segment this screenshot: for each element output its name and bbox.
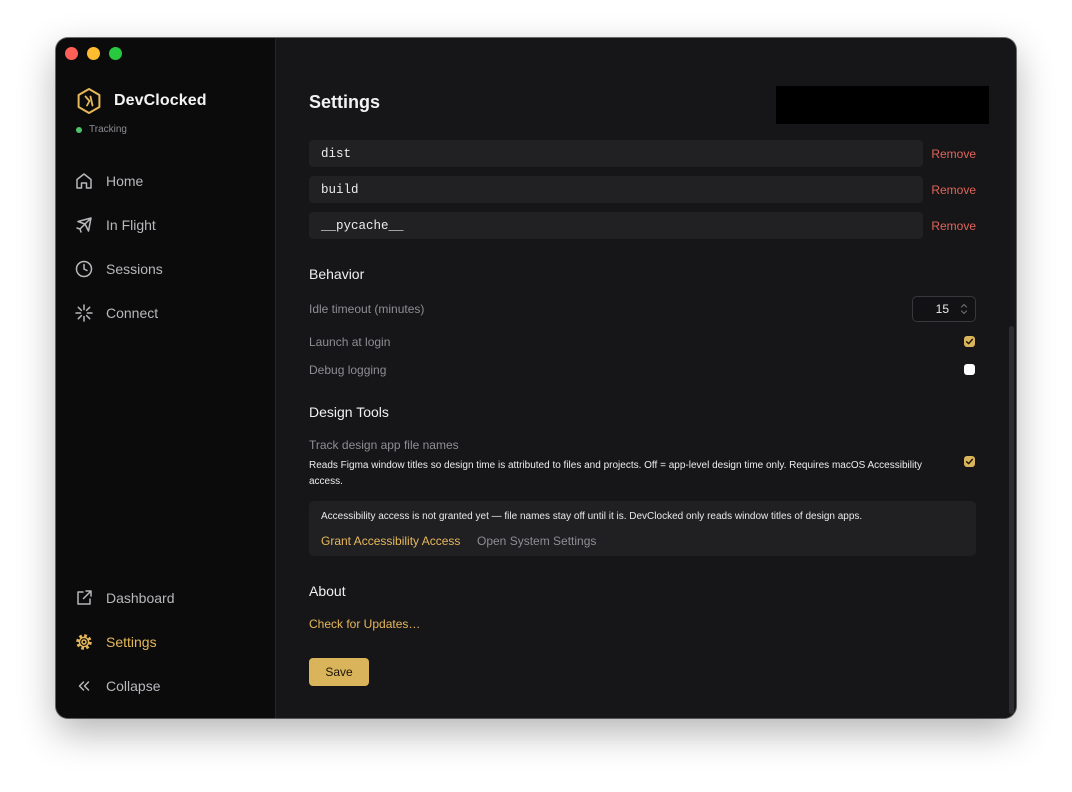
idle-timeout-label: Idle timeout (minutes): [309, 302, 425, 316]
sidebar-item-label: Connect: [106, 305, 159, 321]
exclusion-row: __pycache__ Remove: [309, 212, 976, 239]
zoom-window-button[interactable]: [109, 47, 122, 60]
design-tools-section-title: Design Tools: [309, 404, 389, 420]
checkmark-icon: [965, 458, 974, 465]
sidebar-item-label: Collapse: [106, 678, 161, 694]
sidebar-item-settings[interactable]: Settings: [74, 626, 262, 658]
page-title: Settings: [309, 92, 381, 112]
sidebar-item-label: Sessions: [106, 261, 163, 277]
sidebar-item-label: Home: [106, 173, 144, 189]
sidebar-item-dashboard[interactable]: Dashboard: [74, 582, 262, 614]
gear-icon: [74, 632, 94, 652]
open-system-settings-link[interactable]: Open System Settings: [477, 534, 596, 548]
clock-icon: [74, 259, 94, 279]
sidebar-item-label: Dashboard: [106, 590, 175, 606]
sidebar-item-sessions[interactable]: Sessions: [74, 253, 262, 285]
debug-logging-label: Debug logging: [309, 363, 387, 377]
close-window-button[interactable]: [65, 47, 78, 60]
minimize-window-button[interactable]: [87, 47, 100, 60]
behavior-section-title: Behavior: [309, 266, 365, 282]
about-section-title: About: [309, 583, 346, 599]
sidebar-item-label: Settings: [106, 634, 157, 650]
app-logo-icon: [77, 88, 101, 114]
exclusion-row: dist Remove: [309, 140, 976, 167]
check-updates-link[interactable]: Check for Updates…: [309, 617, 420, 631]
exclusion-value: dist: [309, 140, 923, 167]
remove-exclusion-button[interactable]: Remove: [931, 176, 976, 203]
brand: DevClocked: [75, 87, 207, 115]
sidebar-item-home[interactable]: Home: [74, 165, 262, 197]
app-window: DevClocked Tracking Home In Flight Sessi…: [56, 38, 1016, 718]
home-icon: [74, 171, 94, 191]
track-design-files-description: Reads Figma window titles so design time…: [309, 460, 922, 487]
stepper-arrows-icon[interactable]: [960, 302, 968, 316]
redacted-area: [776, 86, 989, 124]
launch-at-login-label: Launch at login: [309, 335, 391, 349]
debug-logging-checkbox[interactable]: [964, 364, 975, 375]
track-design-files-label: Track design app file names: [309, 438, 459, 452]
save-button[interactable]: Save: [309, 658, 369, 686]
airplane-icon: [74, 215, 94, 235]
exclusion-row: build Remove: [309, 176, 976, 203]
sidebar: DevClocked Tracking Home In Flight Sessi…: [56, 38, 276, 718]
sidebar-item-in-flight[interactable]: In Flight: [74, 209, 262, 241]
exclusion-value: build: [309, 176, 923, 203]
sidebar-item-collapse[interactable]: Collapse: [74, 670, 262, 702]
track-design-files-checkbox[interactable]: [964, 456, 975, 467]
accessibility-notice: Accessibility access is not granted yet …: [309, 501, 976, 556]
idle-timeout-stepper[interactable]: 15: [912, 296, 976, 322]
window-controls: [65, 47, 122, 60]
grant-accessibility-link[interactable]: Grant Accessibility Access: [321, 534, 460, 548]
launch-at-login-checkbox[interactable]: [964, 336, 975, 347]
remove-exclusion-button[interactable]: Remove: [931, 140, 976, 167]
accessibility-notice-text: Accessibility access is not granted yet …: [321, 511, 863, 522]
scrollbar-thumb[interactable]: [1009, 326, 1014, 714]
double-chevron-left-icon: [74, 676, 94, 696]
sidebar-item-label: In Flight: [106, 217, 156, 233]
checkmark-icon: [965, 338, 974, 345]
sparkle-icon: [74, 303, 94, 323]
settings-panel: Settings dist Remove build Remove __pyca…: [277, 38, 1016, 718]
tracking-status: Tracking: [76, 124, 127, 135]
idle-timeout-value: 15: [935, 302, 949, 316]
sidebar-item-connect[interactable]: Connect: [74, 297, 262, 329]
external-link-icon: [74, 588, 94, 608]
remove-exclusion-button[interactable]: Remove: [931, 212, 976, 239]
status-text: Tracking: [89, 124, 127, 135]
status-dot-icon: [76, 126, 82, 133]
exclusion-value: __pycache__: [309, 212, 923, 239]
app-name: DevClocked: [114, 92, 207, 109]
